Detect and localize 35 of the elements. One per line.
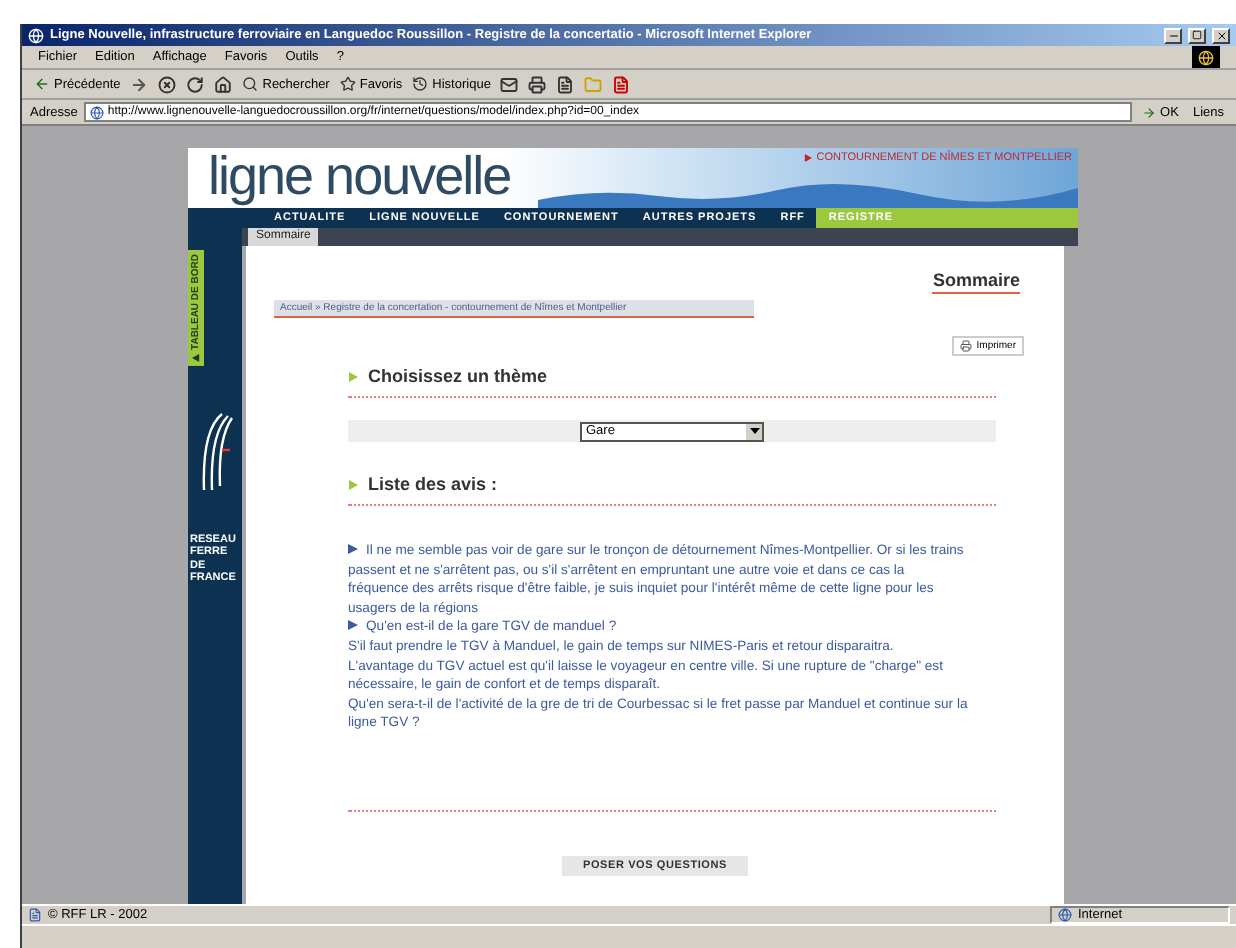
globe-icon	[89, 105, 104, 119]
dropdown-arrow-icon	[746, 423, 762, 439]
refresh-icon[interactable]	[186, 75, 205, 93]
close-icon	[1215, 29, 1227, 41]
stop-icon[interactable]	[158, 75, 177, 93]
section-title: Choisissez un thème	[368, 366, 548, 386]
home-icon[interactable]	[214, 75, 233, 93]
printer-icon[interactable]	[528, 75, 547, 93]
browser-logo-icon	[1192, 46, 1220, 68]
section-title: Liste des avis :	[368, 474, 498, 494]
maximize-icon	[1192, 30, 1202, 40]
bullet-triangle-icon	[348, 620, 358, 631]
star-icon	[339, 76, 356, 92]
search-icon	[242, 76, 259, 92]
curved-lines-logo-icon	[197, 409, 233, 490]
printer-icon	[960, 340, 973, 352]
mail-icon[interactable]	[500, 75, 519, 93]
page-heading: Sommaire	[932, 270, 1020, 294]
forward-arrow-icon[interactable]	[130, 75, 149, 93]
back-arrow-icon	[34, 76, 50, 92]
globe-icon	[1058, 908, 1072, 922]
triangle-icon	[804, 154, 813, 162]
site-logo: ligne nouvelle	[208, 150, 511, 204]
pdf-icon[interactable]	[612, 75, 631, 93]
triangle-icon	[348, 371, 358, 381]
bullet-triangle-icon	[348, 544, 358, 554]
triangle-icon	[192, 353, 200, 362]
close-button[interactable]	[1212, 27, 1230, 43]
document-icon[interactable]	[556, 75, 575, 93]
go-arrow-icon	[1142, 105, 1157, 119]
minimize-button[interactable]	[1164, 27, 1182, 43]
triangle-icon	[348, 479, 358, 489]
maximize-button[interactable]	[1188, 27, 1206, 43]
minimize-icon	[1167, 29, 1179, 41]
clock-icon	[412, 76, 429, 92]
